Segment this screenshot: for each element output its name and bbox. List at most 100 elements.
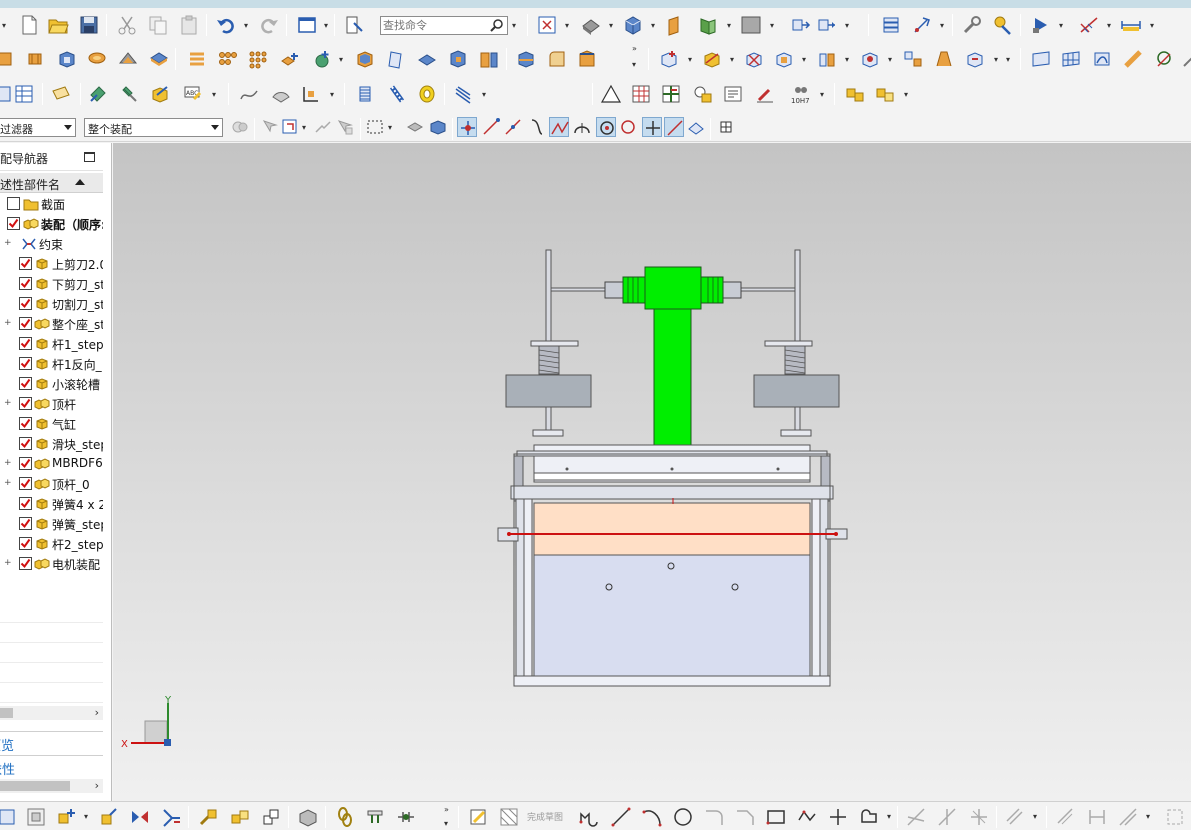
snap-endpoints-icon[interactable] <box>457 117 477 137</box>
overflow-icon[interactable] <box>1180 48 1191 70</box>
open-folder-icon[interactable] <box>47 14 69 36</box>
pattern-features-icon[interactable] <box>216 48 238 70</box>
cylinder-icon[interactable] <box>86 48 108 70</box>
assembly-sequence-icon[interactable] <box>844 83 866 105</box>
arrangements-icon[interactable] <box>964 48 986 70</box>
preview-section[interactable]: 预览 <box>0 731 103 754</box>
stack-icon[interactable] <box>880 14 902 36</box>
search-dropdown-arrow[interactable]: ▾ <box>512 21 516 30</box>
tree-row[interactable]: + MBRDF6 <box>0 454 103 474</box>
pattern-icon[interactable] <box>186 48 208 70</box>
triangle-icon[interactable] <box>600 83 622 105</box>
thicken-icon[interactable] <box>447 48 469 70</box>
move-component-icon[interactable] <box>790 14 812 36</box>
tree-row[interactable]: 小滚轮槽 <box>0 374 103 394</box>
scrollbar-thumb[interactable] <box>0 708 13 718</box>
ring-icon[interactable] <box>416 83 438 105</box>
tree-row[interactable]: + 顶杆 <box>0 394 103 414</box>
scrollbar-thumb[interactable] <box>0 781 70 791</box>
snap-mid-point-icon[interactable] <box>503 117 523 137</box>
mesh-surface-icon[interactable] <box>1060 48 1082 70</box>
sketch-icon[interactable] <box>468 806 490 828</box>
chamfer-icon[interactable] <box>576 48 598 70</box>
visibility-checkbox[interactable] <box>19 437 32 450</box>
expand-icon[interactable]: + <box>4 399 13 408</box>
draft-icon[interactable] <box>385 48 407 70</box>
trim-body-icon[interactable] <box>515 48 537 70</box>
more-features-icon[interactable]: » <box>632 44 637 53</box>
exploded-view-icon[interactable] <box>902 48 924 70</box>
command-search-input[interactable] <box>383 18 487 33</box>
quick-trim-icon[interactable] <box>905 806 927 828</box>
add-existing-component-icon[interactable] <box>658 48 680 70</box>
snap-center-icon[interactable] <box>596 117 616 137</box>
visibility-checkbox[interactable] <box>19 397 32 410</box>
snap-control-point-icon[interactable] <box>527 117 547 137</box>
background-color-icon[interactable] <box>740 14 762 36</box>
remove-component-icon[interactable] <box>743 48 765 70</box>
rectangle-select-icon[interactable] <box>365 117 385 137</box>
new-file-icon[interactable] <box>18 14 40 36</box>
information-icon[interactable] <box>343 14 365 36</box>
snap-quadrant-icon[interactable] <box>618 117 638 137</box>
shaded-view-icon[interactable] <box>580 14 602 36</box>
surface-tool-icon[interactable] <box>270 83 292 105</box>
constraint-edit-icon[interactable] <box>0 806 18 828</box>
graphics-viewport[interactable]: Y X <box>113 143 1191 801</box>
window-dropdown-arrow[interactable]: ▾ <box>324 21 328 30</box>
visibility-checkbox[interactable] <box>19 497 32 510</box>
select-feature-icon[interactable] <box>260 117 280 137</box>
snap-point-icon[interactable] <box>911 14 933 36</box>
point-icon[interactable] <box>827 806 849 828</box>
screw-icon[interactable] <box>386 83 408 105</box>
text-tool-icon[interactable]: ABC <box>182 83 204 105</box>
grid-table-icon[interactable] <box>630 83 652 105</box>
dependency-horizontal-scrollbar[interactable]: › <box>0 779 103 793</box>
tree-row[interactable]: + 约束 <box>0 234 103 254</box>
tree-horizontal-scrollbar[interactable]: › <box>0 706 103 720</box>
navigator-column-header[interactable]: 描述性部件名 <box>0 173 103 193</box>
studio-surface-icon[interactable] <box>1122 48 1144 70</box>
move-part-icon[interactable] <box>98 806 120 828</box>
cut-icon[interactable] <box>116 14 138 36</box>
select-component-icon[interactable] <box>335 117 355 137</box>
selection-grid-icon[interactable] <box>716 117 736 137</box>
part-tool-icon[interactable] <box>149 83 171 105</box>
tree-row[interactable]: 上剪刀2.0 <box>0 254 103 274</box>
snap-end-point-icon[interactable] <box>481 117 501 137</box>
wave-linker-icon[interactable] <box>933 48 955 70</box>
copy-icon[interactable] <box>147 14 169 36</box>
visibility-checkbox[interactable] <box>19 317 32 330</box>
cone-feature-icon[interactable] <box>148 48 170 70</box>
expand-icon[interactable]: + <box>4 479 13 488</box>
sketch-grid-icon[interactable] <box>1164 806 1186 828</box>
visibility-checkbox[interactable] <box>19 457 32 470</box>
clamp-icon[interactable] <box>364 806 386 828</box>
undo-dropdown-arrow[interactable]: ▾ <box>244 21 248 30</box>
visibility-checkbox[interactable] <box>7 197 20 210</box>
tree-row[interactable]: + 顶杆_0 <box>0 474 103 494</box>
visibility-checkbox[interactable] <box>19 477 32 490</box>
assembly-frame-icon[interactable] <box>25 806 47 828</box>
reposition-icon[interactable] <box>816 14 838 36</box>
visibility-checkbox[interactable] <box>19 517 32 530</box>
type-filter-select[interactable]: 过滤器 <box>0 118 76 137</box>
visibility-checkbox[interactable] <box>19 537 32 550</box>
drafting-icon[interactable] <box>692 83 714 105</box>
auto-constrain-icon[interactable] <box>1117 806 1139 828</box>
snap-intersection-icon[interactable] <box>549 117 569 137</box>
select-curve-icon[interactable] <box>313 117 333 137</box>
spreadsheet-icon[interactable] <box>13 83 35 105</box>
chart-grid-icon[interactable] <box>660 83 682 105</box>
tree-row[interactable]: 滑块_step <box>0 434 103 454</box>
assembly-solid-icon[interactable] <box>297 806 319 828</box>
visibility-checkbox[interactable] <box>19 337 32 350</box>
customize-icon[interactable] <box>992 14 1014 36</box>
select-box-icon[interactable] <box>280 117 300 137</box>
line-icon[interactable] <box>610 806 632 828</box>
maximize-icon[interactable] <box>84 152 95 162</box>
tree-row[interactable]: 截面 <box>0 194 103 214</box>
command-search-box[interactable] <box>380 16 508 35</box>
measure-angle-icon[interactable] <box>1078 14 1100 36</box>
make-corner-icon[interactable] <box>968 806 990 828</box>
